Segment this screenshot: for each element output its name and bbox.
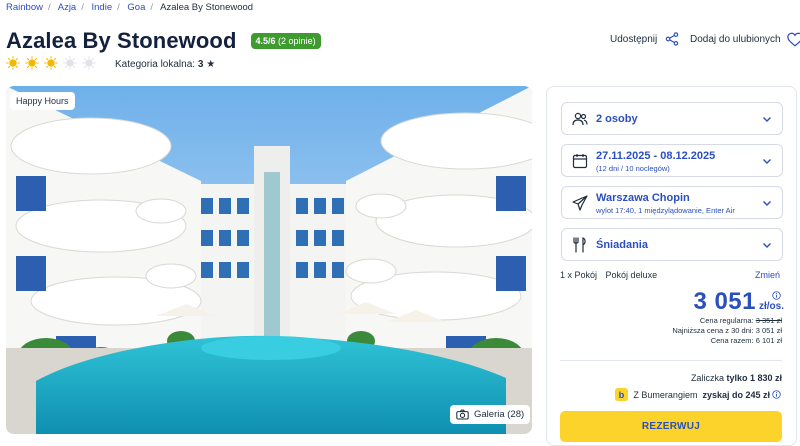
sun-icon-filled — [6, 56, 20, 70]
chevron-down-icon — [763, 158, 771, 164]
deposit-value: tylko 1 830 zł — [726, 373, 782, 383]
lowest-price-label: Najniższa cena z 30 dni: — [672, 326, 754, 335]
svg-text:b: b — [619, 390, 625, 400]
deposit-label: Zaliczka — [690, 373, 724, 383]
breadcrumb-current: Azalea By Stonewood — [160, 2, 254, 13]
lowest-price: Najniższa cena z 30 dni: 3 051 zł — [672, 326, 782, 335]
breadcrumb-separator: / — [47, 2, 51, 13]
gallery-label: Galeria (28) — [474, 409, 525, 420]
chevron-down-icon — [763, 116, 771, 122]
regular-price-value: 3 351 zł — [755, 316, 782, 325]
rating-badge[interactable]: 4.5/6 (2 opinie) — [250, 33, 321, 49]
change-room-link[interactable]: Zmień — [755, 270, 780, 280]
dates-selector[interactable]: 27.11.2025 - 08.12.2025 (12 dni / 10 noc… — [561, 144, 783, 177]
breadcrumb-separator: / — [150, 2, 153, 13]
info-icon[interactable] — [772, 291, 781, 300]
total-price-label: Cena razem: — [710, 336, 754, 345]
dates-duration: (12 dni / 10 noclegów) — [596, 164, 670, 173]
happy-hours-badge: Happy Hours — [10, 92, 75, 110]
bumerang-logo-icon: b — [615, 388, 629, 401]
hotel-stars — [6, 56, 96, 70]
room-type: Pokój deluxe — [605, 270, 658, 280]
room-count: 1 x Pokój — [560, 270, 598, 280]
panel-divider — [560, 360, 782, 361]
rating-count: (2 opinie) — [278, 36, 316, 46]
price-value: 3 051 — [693, 288, 756, 315]
rating-score: 4.5/6 — [255, 36, 276, 46]
hotel-title: Azalea By Stonewood — [6, 28, 237, 53]
breadcrumb-link-goa[interactable]: Goa — [127, 2, 145, 13]
deposit-info: Zaliczka tylko 1 830 zł — [691, 373, 782, 383]
persons-value: 2 osoby — [596, 113, 638, 125]
calendar-icon — [572, 153, 588, 168]
category-value: 3 — [197, 59, 204, 70]
title-row: Azalea By Stonewood 4.5/6 (2 opinie) — [6, 28, 321, 54]
lowest-price-value: 3 051 zł — [755, 326, 782, 335]
category-label: Kategoria lokalna: — [115, 59, 196, 70]
persons-selector[interactable]: 2 osoby — [561, 102, 783, 135]
persons-icon — [572, 112, 588, 125]
room-info: 1 x Pokój Pokój deluxe — [560, 270, 657, 280]
dates-value: 27.11.2025 - 08.12.2025 — [596, 150, 716, 162]
heart-icon — [786, 32, 800, 47]
flight-selector[interactable]: Warszawa Chopin wylot 17:40, 1 międzyląd… — [561, 186, 783, 219]
sun-icon-empty — [63, 56, 77, 70]
regular-price: Cena regularna: 3 351 zł — [700, 316, 782, 325]
star-icon: ★ — [206, 59, 216, 70]
share-button[interactable]: Udostępnij — [610, 32, 679, 46]
regular-price-label: Cena regularna: — [699, 316, 754, 325]
share-label: Udostępnij — [610, 33, 658, 45]
sun-icon-empty — [82, 56, 96, 70]
price-unit: zł/os. — [759, 301, 785, 312]
favorite-button[interactable]: Dodaj do ulubionych — [690, 32, 800, 47]
share-icon — [666, 32, 679, 46]
sun-icon-filled — [44, 56, 58, 70]
bumerang-value: zyskaj do 245 zł — [702, 389, 770, 400]
sun-icon-filled — [25, 56, 39, 70]
reserve-button[interactable]: REZERWUJ — [560, 411, 782, 442]
board-value: Śniadania — [596, 239, 648, 251]
chevron-down-icon — [763, 242, 771, 248]
breadcrumb-separator: / — [117, 2, 120, 13]
board-selector[interactable]: Śniadania — [561, 228, 783, 261]
local-category: Kategoria lokalna: 3 ★ — [115, 59, 215, 70]
total-price-value: 6 101 zł — [755, 336, 782, 345]
breadcrumb: Rainbow / Azja / Indie / Goa / Azalea By Sto… — [6, 2, 253, 13]
hotel-photo[interactable] — [6, 86, 532, 434]
hotel-photo-illustration — [6, 86, 532, 434]
total-price: Cena razem: 6 101 zł — [711, 336, 782, 345]
camera-icon — [456, 409, 469, 420]
info-icon[interactable] — [772, 390, 781, 399]
bumerang-label: Z Bumerangiem — [633, 389, 698, 400]
bumerang-info: b Z Bumerangiem zyskaj do 245 zł — [615, 388, 770, 401]
airplane-icon — [572, 194, 588, 211]
cutlery-icon — [573, 236, 586, 253]
chevron-down-icon — [763, 200, 771, 206]
flight-airport: Warszawa Chopin — [596, 192, 690, 204]
gallery-button[interactable]: Galeria (28) — [450, 405, 531, 424]
breadcrumb-separator: / — [81, 2, 84, 13]
breadcrumb-link-indie[interactable]: Indie — [92, 2, 113, 13]
flight-details: wylot 17:40, 1 międzylądowanie, Enter Ai… — [596, 206, 735, 215]
breadcrumb-link-azja[interactable]: Azja — [58, 2, 76, 13]
favorite-label: Dodaj do ulubionych — [690, 34, 781, 45]
breadcrumb-link-rainbow[interactable]: Rainbow — [6, 2, 43, 13]
